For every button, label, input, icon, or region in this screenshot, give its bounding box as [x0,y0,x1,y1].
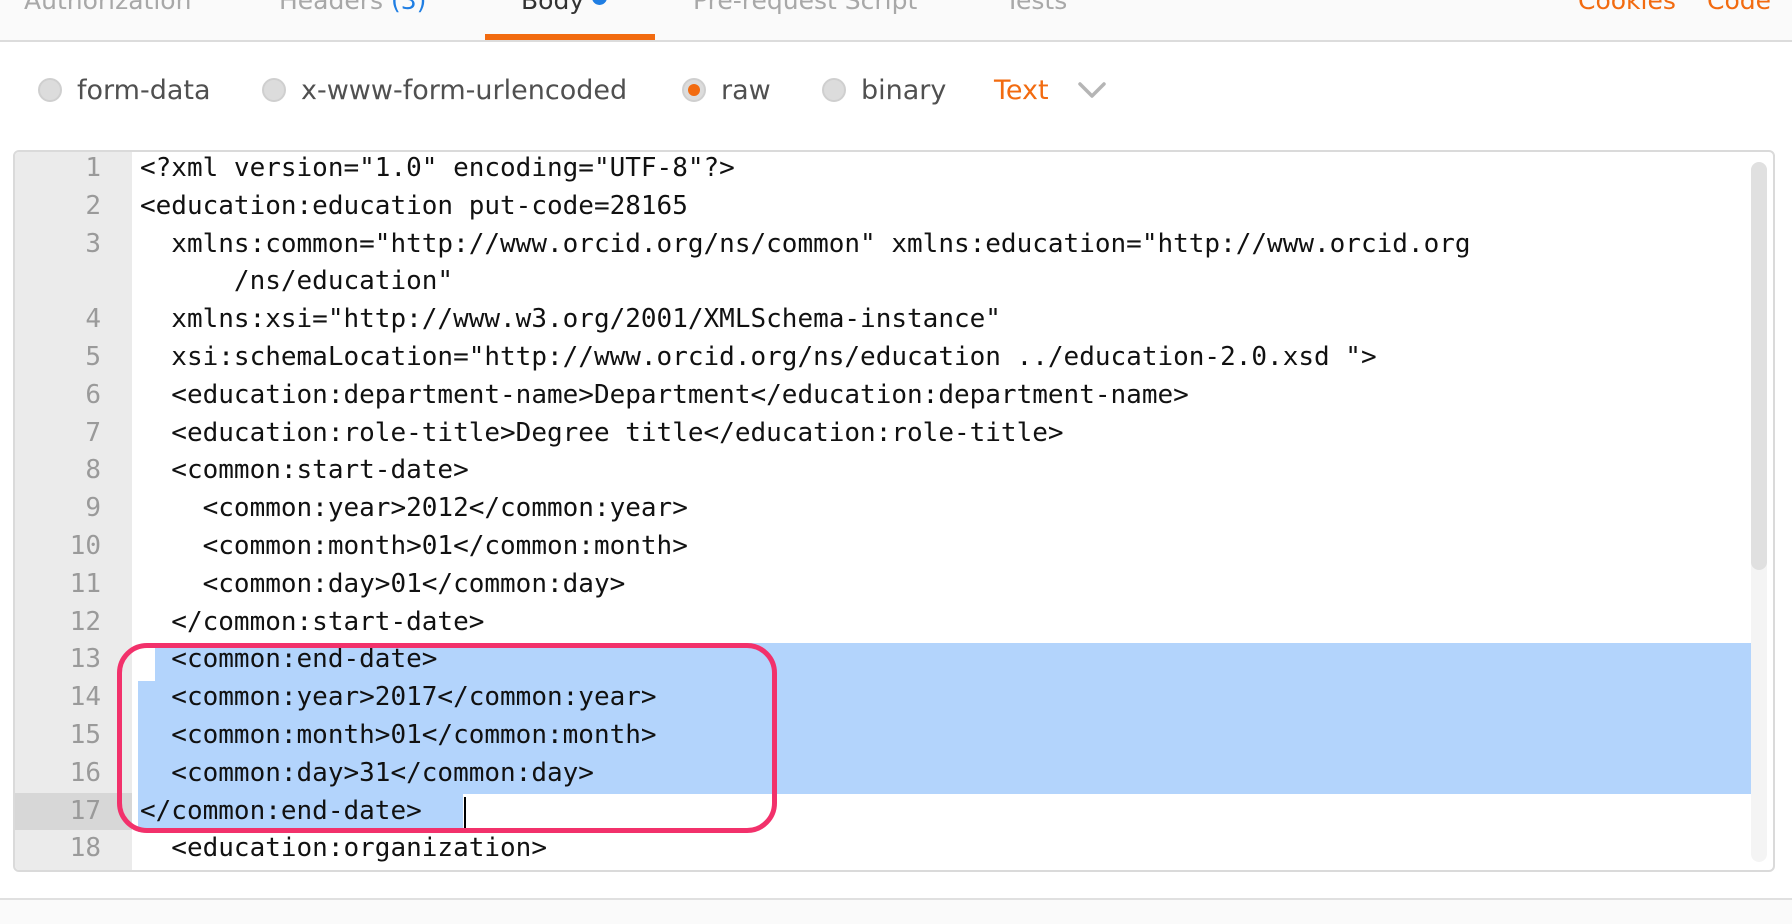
raw-format-value: Text [994,74,1049,106]
code-line[interactable]: 18 <education:organization> [15,830,1747,868]
line-number: 9 [85,493,101,524]
tab-tests-label: Tests [1005,0,1068,15]
line-text: </common:end-date> [140,795,422,826]
line-text: <common:start-date> [140,455,469,486]
line-text: </common:start-date> [140,606,485,637]
line-number: 7 [85,417,101,448]
radio-button-checked[interactable] [682,78,706,102]
radio-button[interactable] [38,78,62,102]
radio-label: form-data [77,74,211,106]
code-line[interactable]: 6 <education:department-name>Department<… [15,377,1747,415]
tab-headers[interactable]: Headers (3) [279,0,426,15]
line-text: <education:organization> [140,833,547,864]
line-text: <common:day>01</common:day> [140,568,626,599]
line-text: <education:department-name>Department</e… [140,379,1189,410]
line-text: <common:year>2012</common:year> [140,493,688,524]
tab-body[interactable]: Body [521,0,608,15]
code-line[interactable]: 15 <common:month>01</common:month> [15,717,1747,755]
tab-headers-label: Headers [279,0,384,15]
code-editor[interactable]: 1 <?xml version="1.0" encoding="UTF-8"?> 2… [13,150,1775,872]
line-text: <common:month>01</common:month> [140,719,657,750]
tab-pre-request-script[interactable]: Pre-request Script [693,0,917,15]
code-line[interactable]: 2 <education:education put-code=28165 [15,188,1747,226]
line-text: <common:day>31</common:day> [140,757,594,788]
code-line[interactable]: 3 xmlns:common="http://www.orcid.org/ns/… [15,226,1747,264]
code-line[interactable]: 13 <common:end-date> [15,641,1747,679]
code-line[interactable]: 16 <common:day>31</common:day> [15,755,1747,793]
modified-dot-icon [592,0,608,5]
line-text: <common:year>2017</common:year> [140,682,657,713]
line-text: xsi:schemaLocation="http://www.orcid.org… [140,341,1377,372]
line-number: 11 [69,568,101,599]
tab-tests[interactable]: Tests [1005,0,1067,15]
line-text: <common:month>01</common:month> [140,530,688,561]
line-number: 12 [69,606,101,637]
line-text: xmlns:common="http://www.orcid.org/ns/co… [140,228,1471,259]
line-text-continuation: /ns/education" [140,266,454,297]
code-lines: 1 <?xml version="1.0" encoding="UTF-8"?> 2… [15,152,1747,868]
line-number: 6 [85,379,101,410]
body-type-selector: form-data x-www-form-urlencoded raw bina… [0,42,1792,142]
code-line[interactable]: 10 <common:month>01</common:month> [15,528,1747,566]
line-number: 8 [85,455,101,486]
line-number: 14 [69,682,101,713]
code-line[interactable]: 5 xsi:schemaLocation="http://www.orcid.o… [15,339,1747,377]
code-line[interactable]: 9 <common:year>2012</common:year> [15,490,1747,528]
line-text: <?xml version="1.0" encoding="UTF-8"?> [140,153,735,183]
code-line[interactable]: 14 <common:year>2017</common:year> [15,679,1747,717]
radio-label: raw [721,74,771,106]
code-line-wrapped[interactable]: /ns/education" [15,263,1747,301]
body-type-form-data[interactable]: form-data [38,72,211,108]
body-type-x-www-form-urlencoded[interactable]: x-www-form-urlencoded [262,72,627,108]
code-line[interactable]: 8 <common:start-date> [15,452,1747,490]
line-text: xmlns:xsi="http://www.w3.org/2001/XMLSch… [140,304,1001,335]
line-number: 17 [69,795,101,826]
line-number: 2 [85,190,101,221]
line-number: 16 [69,757,101,788]
headers-count-badge: (3) [391,0,427,15]
radio-label: binary [861,74,947,106]
code-line[interactable]: 17 </common:end-date> [15,792,1747,831]
request-tab-bar: Authorization Headers (3) Body Pre-reque… [0,0,1792,42]
body-type-raw[interactable]: raw [682,72,771,108]
tab-authorization-label: Authorization [24,0,192,15]
line-number: 10 [69,530,101,561]
body-type-binary[interactable]: binary [822,72,946,108]
line-text: <common:end-date> [140,644,438,675]
line-number: 1 [85,153,101,183]
tab-pre-request-script-label: Pre-request Script [693,0,918,15]
code-line[interactable]: 4 xmlns:xsi="http://www.w3.org/2001/XMLS… [15,301,1747,339]
text-cursor [464,797,466,830]
code-line[interactable]: 11 <common:day>01</common:day> [15,566,1747,604]
line-text: <education:education put-code=28165 [140,190,688,221]
radio-button[interactable] [262,78,286,102]
code-link[interactable]: Code [1707,0,1771,15]
line-number: 5 [85,341,101,372]
cookies-link[interactable]: Cookies [1578,0,1676,15]
line-text: <education:role-title>Degree title</educ… [140,417,1064,448]
chevron-down-icon [1077,82,1106,98]
raw-format-dropdown[interactable]: Text [994,72,1107,108]
bottom-panel-border [0,898,1792,924]
active-tab-underline [485,34,655,40]
tab-body-label: Body [521,0,585,15]
code-line[interactable]: 7 <education:role-title>Degree title</ed… [15,415,1747,453]
line-number: 13 [69,644,101,675]
editor-scrollbar[interactable] [1751,162,1767,862]
code-line[interactable]: 12 </common:start-date> [15,604,1747,642]
tab-authorization[interactable]: Authorization [24,0,191,15]
line-number: 3 [85,228,101,259]
line-number: 4 [85,304,101,335]
line-number: 18 [69,833,101,864]
line-number: 15 [69,719,101,750]
code-line[interactable]: 1 <?xml version="1.0" encoding="UTF-8"?> [15,152,1747,188]
radio-button[interactable] [822,78,846,102]
editor-scrollbar-thumb[interactable] [1751,162,1767,570]
radio-label: x-www-form-urlencoded [301,74,628,106]
